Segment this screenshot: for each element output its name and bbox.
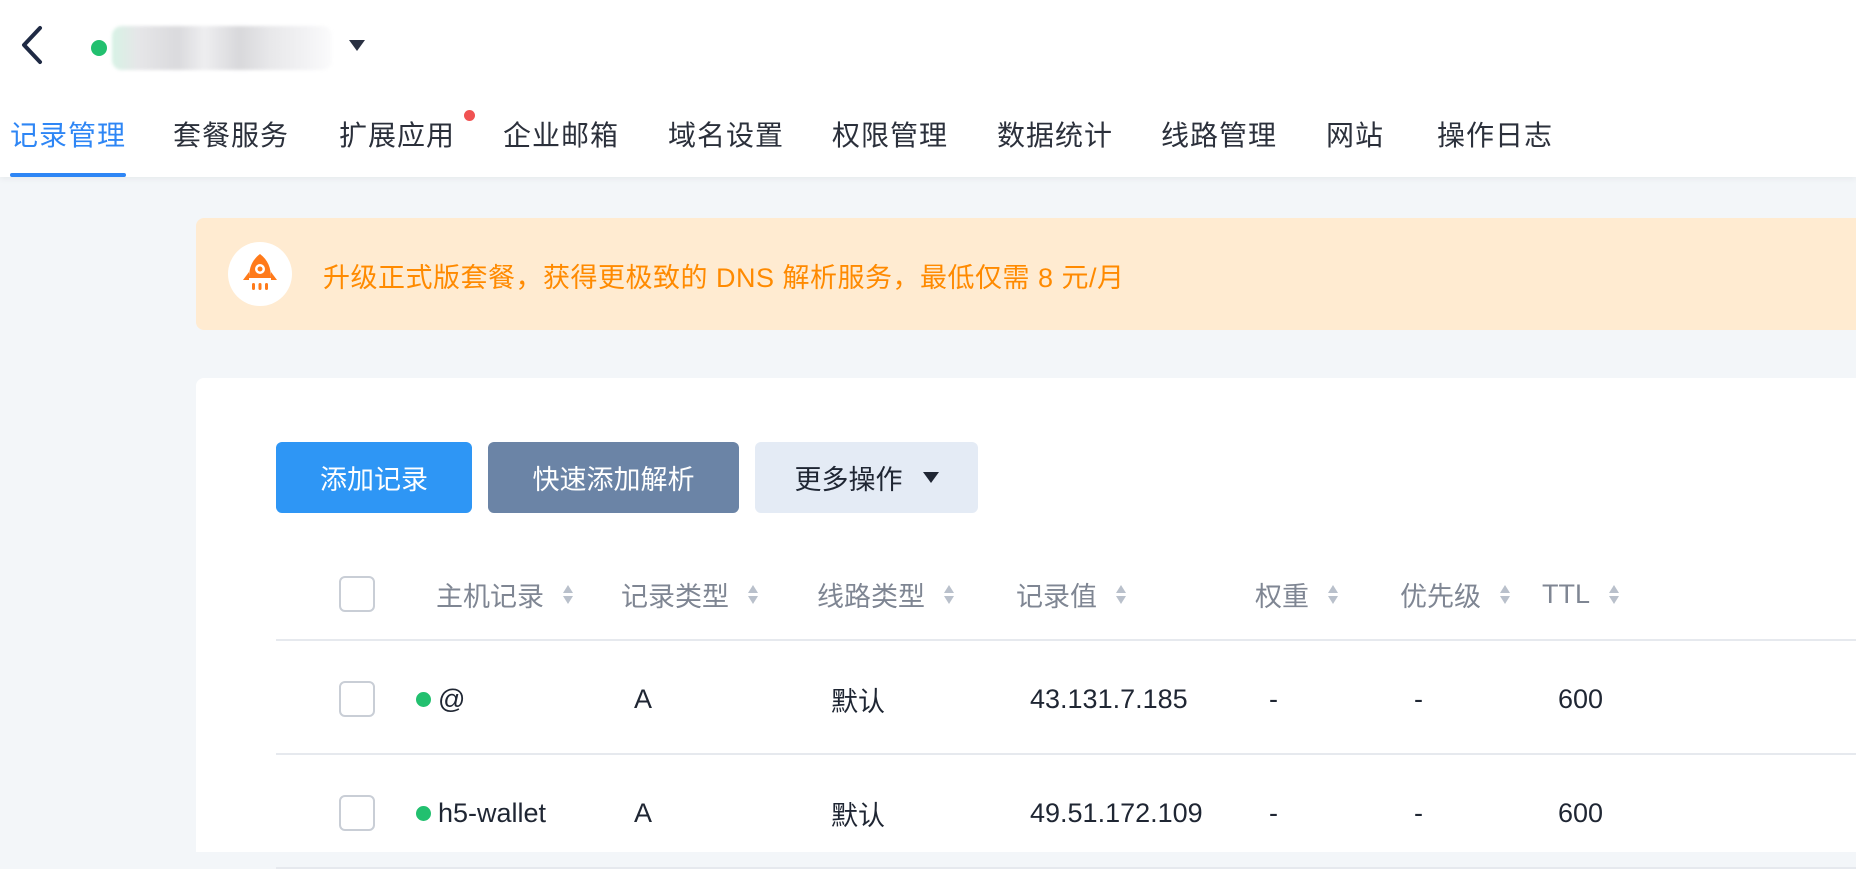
cell-value: 43.131.7.185 xyxy=(1030,683,1188,714)
tab-domain-settings[interactable]: 域名设置 xyxy=(668,114,784,177)
domain-status-dot xyxy=(91,40,107,56)
select-all-checkbox[interactable] xyxy=(339,576,375,612)
cell-ttl: 600 xyxy=(1558,797,1604,828)
caret-down-icon xyxy=(922,472,939,483)
column-label: TTL xyxy=(1542,579,1591,609)
column-label: 线路类型 xyxy=(817,582,925,612)
upgrade-banner[interactable]: 升级正式版套餐，获得更极致的 DNS 解析服务，最低仅需 8 元/月 xyxy=(196,218,1856,330)
button-label: 更多操作 xyxy=(794,465,903,495)
column-ttl[interactable]: TTL xyxy=(1542,548,1620,641)
sort-icon xyxy=(1115,584,1127,606)
cell-host: h5-wallet xyxy=(438,797,547,828)
cell-ttl: 600 xyxy=(1558,683,1604,714)
tab-statistics[interactable]: 数据统计 xyxy=(997,114,1113,177)
tab-label: 操作日志 xyxy=(1437,120,1554,151)
quick-add-button[interactable]: 快速添加解析 xyxy=(488,442,739,513)
notification-dot xyxy=(464,110,476,121)
tab-bar: 记录管理 套餐服务 扩展应用 企业邮箱 域名设置 权限管理 数据统计 线路管理 … xyxy=(0,100,1856,177)
cell-priority: - xyxy=(1414,797,1423,828)
button-label: 快速添加解析 xyxy=(532,465,695,495)
column-weight[interactable]: 权重 xyxy=(1255,548,1339,641)
sort-icon xyxy=(747,584,759,606)
cell-line: 默认 xyxy=(831,800,885,831)
tab-label: 网站 xyxy=(1326,120,1385,151)
cell-line: 默认 xyxy=(831,686,885,717)
record-status-dot xyxy=(416,806,431,821)
cell-weight: - xyxy=(1269,683,1278,714)
back-button[interactable] xyxy=(14,22,50,68)
banner-message: 升级正式版套餐，获得更极致的 DNS 解析服务，最低仅需 8 元/月 xyxy=(323,263,1125,293)
more-actions-button[interactable]: 更多操作 xyxy=(755,442,978,513)
column-host[interactable]: 主机记录 xyxy=(436,548,574,641)
cell-value: 49.51.172.109 xyxy=(1030,797,1203,828)
cell-priority: - xyxy=(1414,683,1423,714)
domain-name-redacted[interactable] xyxy=(112,26,332,70)
tab-operation-log[interactable]: 操作日志 xyxy=(1437,114,1553,177)
row-checkbox[interactable] xyxy=(339,795,375,831)
tab-label: 企业邮箱 xyxy=(503,120,620,151)
column-label: 优先级 xyxy=(1400,582,1481,612)
tab-label: 套餐服务 xyxy=(173,120,290,151)
button-label: 添加记录 xyxy=(320,465,428,495)
caret-down-icon[interactable] xyxy=(349,40,365,51)
tab-extensions[interactable]: 扩展应用 xyxy=(339,110,476,177)
active-tab-indicator xyxy=(10,173,127,177)
cell-type: A xyxy=(634,797,653,828)
column-type[interactable]: 记录类型 xyxy=(621,548,759,641)
column-value[interactable]: 记录值 xyxy=(1016,548,1127,641)
tab-records[interactable]: 记录管理 xyxy=(10,114,127,177)
column-label: 权重 xyxy=(1255,582,1309,612)
table-row[interactable]: h5-wallet A 默认 49.51.172.109 - - 600 xyxy=(276,757,1856,869)
column-label: 主机记录 xyxy=(436,582,544,612)
tab-label: 权限管理 xyxy=(832,120,949,151)
records-panel: 添加记录 快速添加解析 更多操作 主机记录 记录类型 线路类型 记录值 权重 优… xyxy=(196,378,1856,869)
add-record-button[interactable]: 添加记录 xyxy=(276,442,472,513)
sort-icon xyxy=(562,584,574,606)
tab-line-management[interactable]: 线路管理 xyxy=(1161,114,1277,177)
cell-type: A xyxy=(634,683,653,714)
top-bar: 记录管理 套餐服务 扩展应用 企业邮箱 域名设置 权限管理 数据统计 线路管理 … xyxy=(0,0,1856,177)
tab-plan-service[interactable]: 套餐服务 xyxy=(173,114,289,177)
rocket-icon xyxy=(228,242,292,306)
sort-icon xyxy=(1608,584,1620,606)
sort-icon xyxy=(1327,584,1339,606)
sort-icon xyxy=(943,584,955,606)
row-checkbox[interactable] xyxy=(339,681,375,717)
sort-icon xyxy=(1499,584,1511,606)
tab-label: 数据统计 xyxy=(997,120,1114,151)
record-status-dot xyxy=(416,692,431,707)
chevron-left-icon xyxy=(22,26,42,64)
column-label: 记录类型 xyxy=(621,582,729,612)
tab-label: 扩展应用 xyxy=(339,120,456,151)
tab-label: 记录管理 xyxy=(10,120,127,151)
tab-label: 线路管理 xyxy=(1161,120,1278,151)
column-priority[interactable]: 优先级 xyxy=(1400,548,1511,641)
tab-enterprise-mail[interactable]: 企业邮箱 xyxy=(503,114,619,177)
tab-label: 域名设置 xyxy=(668,120,785,151)
cell-host: @ xyxy=(438,683,466,714)
table-header: 主机记录 记录类型 线路类型 记录值 权重 优先级 TTL xyxy=(276,548,1856,641)
tab-permissions[interactable]: 权限管理 xyxy=(832,114,948,177)
cell-weight: - xyxy=(1269,797,1278,828)
table-row[interactable]: @ A 默认 43.131.7.185 - - 600 xyxy=(276,643,1856,755)
tab-website[interactable]: 网站 xyxy=(1326,114,1384,177)
column-line[interactable]: 线路类型 xyxy=(817,548,955,641)
column-label: 记录值 xyxy=(1016,582,1097,612)
